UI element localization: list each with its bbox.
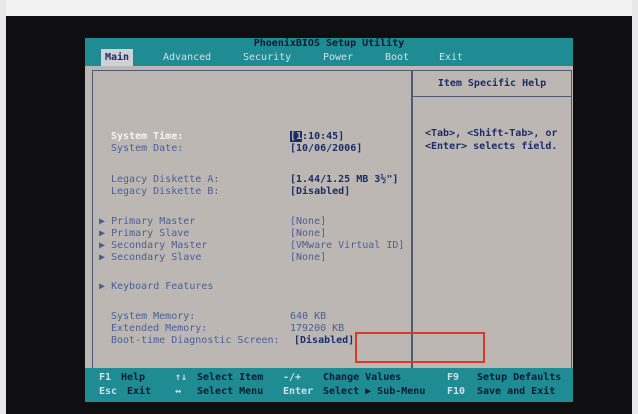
esc-key[interactable]: Esc [99,385,117,398]
system-time-field[interactable]: [1:10:45] [290,131,344,143]
system-time-row[interactable]: System Time: [111,131,183,143]
primary-master-value: [None] [290,216,327,227]
menu-bar: Main Advanced Security Power Boot Exit [85,49,573,66]
menu-power[interactable]: Power [319,49,357,66]
f10-desc: Save and Exit [477,386,556,397]
secondary-slave-row[interactable]: ▶ Secondary Slave [99,252,201,264]
help-panel: Item Specific Help <Tab>, <Shift-Tab>, o… [412,70,572,388]
bios-screen: PhoenixBIOS Setup Utility Main Advanced … [85,38,573,402]
secondary-master-label: Secondary Master [111,240,208,251]
primary-master-label: Primary Master [111,216,196,227]
keyboard-features-row[interactable]: ▶ Keyboard Features [99,281,213,293]
system-time-label: System Time: [111,131,184,142]
menu-advanced[interactable]: Advanced [159,49,215,66]
f1-key[interactable]: F1 [99,371,111,384]
boot-diagnostic-row[interactable]: Boot-time Diagnostic Screen: [111,335,280,347]
system-memory-row: System Memory: [111,311,195,323]
photo-border-top [0,0,638,16]
primary-slave-value: [None] [290,228,327,239]
primary-slave-row[interactable]: ▶ Primary Slave [99,228,189,240]
secondary-slave-label: Secondary Slave [111,252,202,263]
secondary-master-value: [VMware Virtual ID] [290,240,405,251]
leftright-desc: Select Menu [197,386,264,397]
updown-desc: Select Item [197,372,264,383]
diskette-a-value[interactable]: [1.44/1.25 MB 3½"] [290,174,398,185]
extended-memory-label: Extended Memory: [111,323,208,334]
menu-exit[interactable]: Exit [435,49,467,66]
bios-title: PhoenixBIOS Setup Utility [85,38,573,49]
boot-diagnostic-value[interactable]: [Disabled] [294,335,354,346]
system-memory-label: System Memory: [111,311,196,322]
key-legend: F1 Help ↑↓ Select Item -/+ Change Values… [85,368,573,402]
system-time-cursor[interactable]: [1 [290,131,303,142]
submenu-arrow-icon: ▶ [99,216,106,227]
secondary-master-row[interactable]: ▶ Secondary Master [99,240,207,252]
photo-border-right [632,0,638,414]
extended-memory-row: Extended Memory: [111,323,207,335]
plusminus-key[interactable]: -/+ [283,371,301,384]
f10-key[interactable]: F10 [447,385,465,398]
diskette-b-label: Legacy Diskette B: [111,186,220,197]
secondary-slave-value: [None] [290,252,327,263]
system-time-value[interactable]: :10:45] [302,131,344,142]
submenu-arrow-icon: ▶ [99,240,106,251]
updown-key[interactable]: ↑↓ [175,371,187,384]
enter-desc: Select ▶ Sub-Menu [323,386,426,397]
boot-diagnostic-label: Boot-time Diagnostic Screen: [111,335,280,346]
menu-main[interactable]: Main [101,49,134,66]
f9-desc: Setup Defaults [477,372,562,383]
help-line-1: <Tab>, <Shift-Tab>, or [425,128,558,139]
plusminus-desc: Change Values [323,372,402,383]
system-memory-value: 640 KB [290,311,327,322]
submenu-arrow-icon: ▶ [99,228,106,239]
primary-master-row[interactable]: ▶ Primary Master [99,216,195,228]
enter-key[interactable]: Enter [283,385,313,398]
leftright-key[interactable]: ↔ [175,385,181,398]
diskette-b-row[interactable]: Legacy Diskette B: [111,186,219,198]
f9-key[interactable]: F9 [447,371,459,384]
menu-security[interactable]: Security [239,49,295,66]
diskette-a-row[interactable]: Legacy Diskette A: [111,174,219,186]
diskette-b-value[interactable]: [Disabled] [290,186,350,197]
menu-boot[interactable]: Boot [381,49,413,66]
primary-slave-label: Primary Slave [111,228,190,239]
system-date-row[interactable]: System Date: [111,143,183,155]
keyboard-features-label: Keyboard Features [111,281,214,292]
photo-border-left [0,0,6,414]
submenu-arrow-icon: ▶ [99,252,106,263]
diskette-a-label: Legacy Diskette A: [111,174,220,185]
help-text: <Tab>, <Shift-Tab>, or <Enter> selects f… [425,127,571,153]
help-title: Item Specific Help [413,71,571,97]
system-date-label: System Date: [111,143,184,154]
extended-memory-value: 179200 KB [290,323,345,334]
system-date-value[interactable]: [10/06/2006] [290,143,362,154]
settings-panel: System Time: [1:10:45] System Date: [10/… [92,70,412,388]
f1-desc: Help [121,372,146,383]
esc-desc: Exit [127,386,152,397]
help-line-2: <Enter> selects field. [425,141,558,152]
submenu-arrow-icon: ▶ [99,281,106,292]
